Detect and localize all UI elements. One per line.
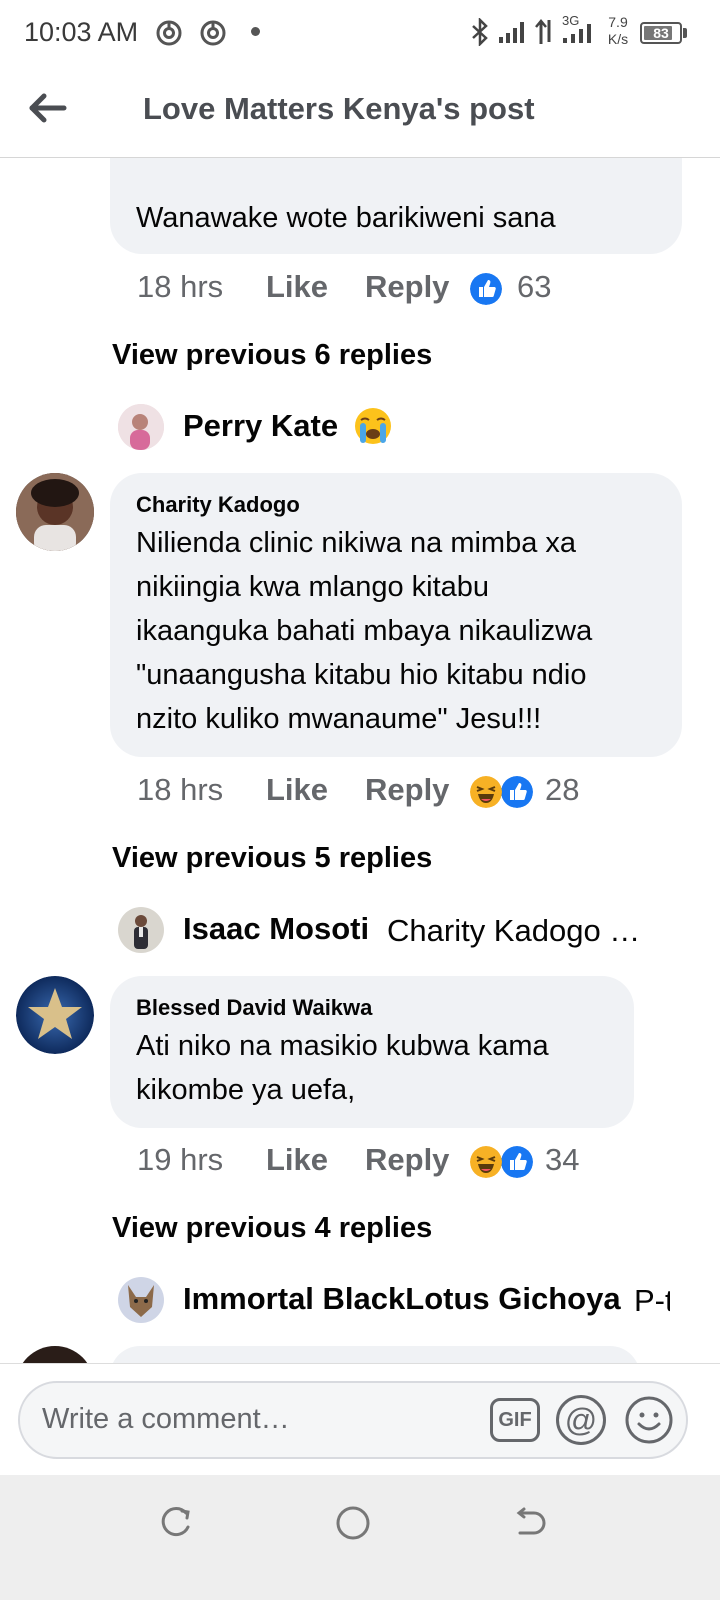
like-reaction-icon	[470, 273, 502, 305]
reaction-count: 28	[545, 772, 580, 807]
comment-time: 18 hrs	[137, 269, 224, 304]
battery-level: 83	[653, 25, 669, 41]
comment-line: Nilienda clinic nikiwa na mimba xa	[136, 527, 577, 559]
comment-time: 19 hrs	[137, 1142, 224, 1177]
comment-text: Wanawake wote barikiweni sana	[136, 202, 556, 234]
page-title: Love Matters Kenya's post	[143, 91, 535, 126]
comment-line: nikiingia kwa mlango kitabu	[136, 571, 490, 603]
system-nav-bar	[0, 1475, 720, 1600]
reaction-count: 34	[545, 1142, 580, 1177]
comment-placeholder: Write a comment…	[42, 1403, 290, 1435]
reply-author: Perry Kate	[183, 408, 339, 443]
home-icon[interactable]	[335, 1505, 371, 1541]
chrome-icon	[156, 20, 182, 46]
like-reaction-icon	[501, 1146, 533, 1178]
back-icon[interactable]	[512, 1505, 548, 1541]
comment-line: nzito kuliko mwanaume" Jesu!!!	[136, 703, 542, 735]
reply-button[interactable]: Reply	[365, 772, 449, 808]
view-previous-replies[interactable]: View previous 5 replies	[112, 842, 432, 875]
status-bar: 10:03 AM 3G 7.9 K/s 83	[0, 0, 720, 64]
comment-composer: Write a comment… GIF @	[0, 1363, 720, 1475]
bluetooth-icon	[472, 18, 488, 46]
data-arrows-icon	[535, 19, 551, 44]
haha-reaction-icon	[470, 776, 502, 808]
reply-author: Isaac Mosoti	[183, 911, 370, 946]
comment-bubble[interactable]	[110, 1346, 640, 1363]
comment-bubble[interactable]: Blessed David Waikwa Ati niko na masikio…	[110, 976, 634, 1128]
avatar[interactable]	[16, 1346, 94, 1363]
reply-button[interactable]: Reply	[365, 1142, 449, 1178]
avatar[interactable]	[16, 976, 94, 1054]
like-button[interactable]: Like	[266, 772, 328, 808]
net-speed-value: 7.9	[608, 14, 628, 30]
battery-nub	[683, 28, 687, 38]
signal-3g-icon	[563, 24, 591, 43]
reply-preview[interactable]: Immortal BlackLotus Gichoya P-t	[118, 1275, 670, 1325]
net-speed-unit: K/s	[607, 31, 629, 47]
status-time: 10:03 AM	[24, 17, 139, 47]
like-button[interactable]: Like	[266, 1142, 328, 1178]
crying-face-emoji	[355, 408, 391, 444]
reaction-count: 63	[517, 269, 552, 304]
reply-button[interactable]: Reply	[365, 269, 449, 305]
reply-preview[interactable]: Perry Kate	[118, 402, 698, 452]
battery-icon: 83	[640, 22, 682, 44]
comment-author[interactable]: Charity Kadogo	[136, 492, 300, 518]
comment-feed[interactable]: Wanawake wote barikiweni sana 18 hrs Lik…	[0, 158, 720, 1363]
smiley-icon	[625, 1396, 673, 1444]
reply-preview[interactable]: Isaac Mosoti Charity Kadogo …	[118, 905, 698, 955]
comment-line: Ati niko na masikio kubwa kama	[136, 1030, 549, 1062]
chrome-icon	[200, 20, 226, 46]
comment-text: Nilienda clinic nikiwa na mimba xa nikii…	[136, 521, 592, 741]
arrow-left-icon	[29, 93, 67, 123]
back-button[interactable]	[24, 86, 74, 130]
comment-bubble[interactable]: Wanawake wote barikiweni sana	[110, 158, 682, 254]
comment-time: 18 hrs	[137, 772, 224, 807]
reply-text: P-t	[634, 1283, 670, 1318]
like-button[interactable]: Like	[266, 269, 328, 305]
comment-author[interactable]: Blessed David Waikwa	[136, 995, 372, 1021]
reply-author: Immortal BlackLotus Gichoya	[183, 1281, 621, 1316]
comment-line: kikombe ya uefa,	[136, 1074, 356, 1106]
mention-button[interactable]: @	[556, 1395, 606, 1445]
avatar	[118, 404, 164, 450]
view-previous-replies[interactable]: View previous 4 replies	[112, 1212, 432, 1245]
comment-input[interactable]: Write a comment… GIF @	[18, 1381, 688, 1459]
comment-line: ikaanguka bahati mbaya nikaulizwa	[136, 615, 593, 647]
comment-text: Ati niko na masikio kubwa kama kikombe y…	[136, 1024, 549, 1112]
header: Love Matters Kenya's post	[0, 64, 720, 158]
view-previous-replies[interactable]: View previous 6 replies	[112, 339, 432, 372]
notification-dot	[251, 27, 260, 36]
emoji-button[interactable]	[624, 1395, 674, 1445]
gif-button[interactable]: GIF	[490, 1398, 540, 1442]
signal-icon	[499, 22, 524, 43]
recent-apps-icon[interactable]	[158, 1505, 194, 1541]
net-speed: 7.9 K/s	[603, 14, 633, 48]
haha-reaction-icon	[470, 1146, 502, 1178]
avatar	[118, 907, 164, 953]
avatar[interactable]	[16, 473, 94, 551]
comment-bubble[interactable]: Charity Kadogo Nilienda clinic nikiwa na…	[110, 473, 682, 757]
reply-text: Charity Kadogo …	[387, 913, 641, 948]
like-reaction-icon	[501, 776, 533, 808]
comment-line: "unaangusha kitabu hio kitabu ndio	[136, 659, 587, 691]
avatar	[118, 1277, 164, 1323]
